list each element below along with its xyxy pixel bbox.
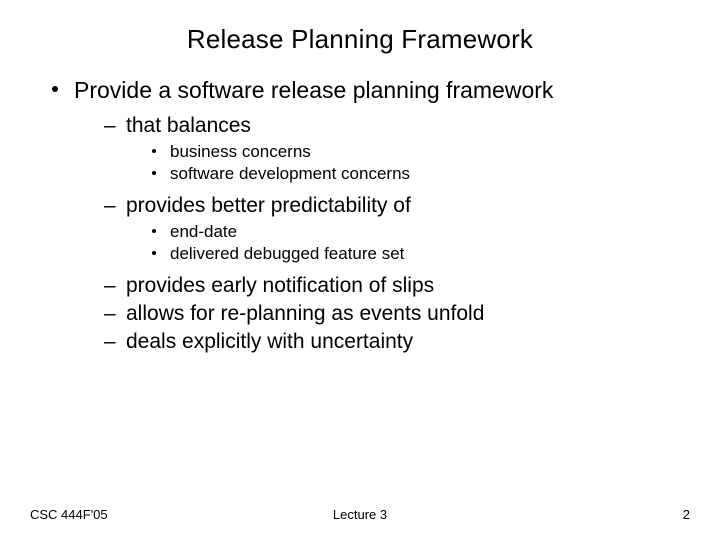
level2-text: allows for re-planning as events unfold	[126, 302, 484, 325]
level3-text: business concerns	[170, 142, 311, 161]
bullet-level2: – deals explicitly with uncertainty	[30, 330, 690, 354]
bullet-level3: delivered debugged feature set	[30, 244, 690, 264]
footer-page-number: 2	[683, 507, 690, 522]
level2-text: that balances	[126, 114, 251, 137]
disc-icon	[152, 149, 156, 153]
footer-left: CSC 444F'05	[30, 507, 108, 522]
dash-icon: –	[104, 330, 116, 354]
level1-text: Provide a software release planning fram…	[74, 77, 553, 103]
disc-icon	[152, 171, 156, 175]
level2-text: deals explicitly with uncertainty	[126, 330, 413, 353]
level2-text: provides early notification of slips	[126, 274, 434, 297]
bullet-level2: – that balances	[30, 114, 690, 138]
sub-group: – that balances business concerns softwa…	[30, 114, 690, 184]
level3-text: delivered debugged feature set	[170, 244, 404, 263]
footer-center: Lecture 3	[30, 507, 690, 522]
dash-icon: –	[104, 114, 116, 138]
dash-icon: –	[104, 194, 116, 218]
bullet-level2: – provides early notification of slips	[30, 274, 690, 298]
bullet-level1: Provide a software release planning fram…	[30, 77, 690, 104]
dash-icon: –	[104, 274, 116, 298]
bullet-level2: – provides better predictability of	[30, 194, 690, 218]
dash-icon: –	[104, 302, 116, 326]
sub-group: – provides better predictability of end-…	[30, 194, 690, 264]
disc-icon	[52, 86, 58, 92]
slide: Release Planning Framework Provide a sof…	[0, 0, 720, 540]
disc-icon	[152, 251, 156, 255]
slide-footer: CSC 444F'05 Lecture 3 2	[30, 507, 690, 522]
level3-text: end-date	[170, 222, 237, 241]
disc-icon	[152, 229, 156, 233]
bullet-level3: end-date	[30, 222, 690, 242]
level3-text: software development concerns	[170, 164, 410, 183]
bullet-level3: software development concerns	[30, 164, 690, 184]
slide-title: Release Planning Framework	[30, 24, 690, 55]
level2-text: provides better predictability of	[126, 194, 411, 217]
bullet-level3: business concerns	[30, 142, 690, 162]
bullet-level2: – allows for re-planning as events unfol…	[30, 302, 690, 326]
